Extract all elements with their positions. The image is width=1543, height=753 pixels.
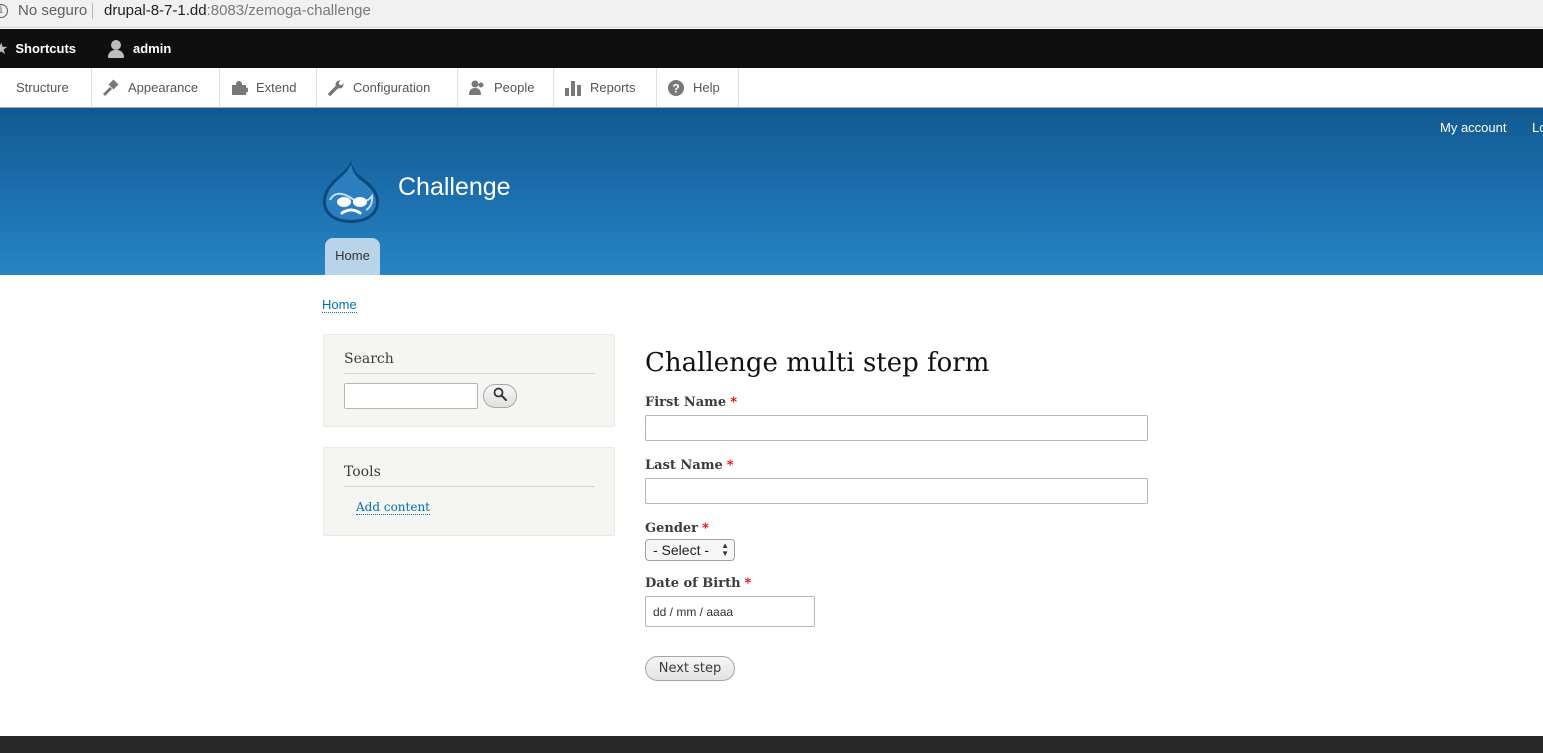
date-of-birth-field[interactable]: dd / mm / aaaa: [645, 596, 815, 627]
user-label: admin: [133, 41, 172, 56]
user-tab[interactable]: admin: [107, 29, 171, 68]
required-marker: *: [726, 458, 734, 473]
logout-link[interactable]: Lo: [1532, 120, 1543, 135]
configuration-icon: [327, 79, 345, 97]
security-label: No seguro: [18, 2, 88, 19]
main-menu-home[interactable]: Home: [325, 238, 380, 275]
tray-item-configuration[interactable]: Configuration: [317, 68, 458, 107]
add-content-link[interactable]: Add content: [356, 500, 430, 515]
people-icon: [468, 79, 486, 97]
drupal-logo-icon[interactable]: [322, 158, 380, 224]
tools-block: Tools Add content: [323, 447, 615, 536]
date-of-birth-label-text: Date of Birth: [645, 576, 741, 591]
tray-item-extend[interactable]: Extend: [220, 68, 317, 107]
url-path: :8083/zemoga-challenge: [206, 2, 371, 19]
first-name-label: First Name *: [645, 395, 737, 410]
main-menu-home-label: Home: [335, 248, 370, 263]
breadcrumb-home-link[interactable]: Home: [322, 297, 357, 313]
star-icon: ★: [0, 40, 9, 58]
required-marker: *: [744, 576, 752, 591]
tray-label-reports: Reports: [590, 80, 636, 95]
shortcuts-tab[interactable]: ★ Shortcuts: [0, 29, 76, 68]
gender-select[interactable]: - Select - ▲ ▼: [645, 539, 735, 561]
site-footer: [0, 736, 1543, 753]
admin-toolbar: ★ Shortcuts admin: [0, 29, 1543, 68]
search-input[interactable]: [344, 383, 478, 409]
tools-block-title: Tools: [344, 464, 381, 480]
search-block: Search: [323, 334, 615, 427]
gender-label: Gender *: [645, 521, 709, 536]
search-block-divider: [344, 373, 595, 374]
search-block-title: Search: [344, 351, 394, 367]
site-header: My account Lo Challenge Home: [0, 108, 1543, 275]
tray-label-help: Help: [693, 80, 720, 95]
my-account-link[interactable]: My account: [1440, 120, 1506, 135]
tray-label-people: People: [494, 80, 535, 95]
gender-select-value: - Select -: [653, 542, 710, 558]
gender-label-text: Gender: [645, 521, 699, 536]
info-icon[interactable]: i: [0, 4, 8, 18]
next-step-button[interactable]: Next step: [645, 656, 735, 681]
tray-item-people[interactable]: People: [458, 68, 554, 107]
structure-icon: [0, 79, 8, 97]
tray-item-reports[interactable]: Reports: [554, 68, 657, 107]
address-separator: [92, 3, 93, 19]
required-marker: *: [702, 521, 709, 536]
user-icon: [107, 39, 125, 59]
reports-icon: [564, 79, 582, 97]
page-title: Challenge multi step form: [645, 348, 990, 378]
url-host: drupal-8-7-1.dd: [104, 2, 207, 19]
date-of-birth-placeholder: dd / mm / aaaa: [653, 604, 734, 619]
appearance-icon: [102, 79, 120, 97]
search-icon: [493, 387, 507, 406]
select-arrows-icon: ▲ ▼: [721, 541, 729, 558]
tray-label-structure: Structure: [16, 80, 69, 95]
first-name-label-text: First Name: [645, 395, 727, 410]
extend-icon: [230, 79, 248, 97]
last-name-label: Last Name *: [645, 458, 734, 473]
first-name-field[interactable]: [645, 415, 1148, 441]
tray-label-extend: Extend: [256, 80, 297, 95]
required-marker: *: [730, 395, 738, 410]
shortcuts-label: Shortcuts: [15, 41, 77, 56]
tray-item-structure[interactable]: Structure: [0, 68, 92, 107]
site-name[interactable]: Challenge: [398, 173, 511, 202]
tray-item-help[interactable]: ? Help: [657, 68, 739, 107]
admin-tray: Structure Appearance Extend Configuratio…: [0, 68, 1543, 108]
tray-label-configuration: Configuration: [353, 80, 431, 95]
help-icon: ?: [667, 79, 685, 97]
next-step-label: Next step: [658, 661, 722, 676]
last-name-label-text: Last Name: [645, 458, 723, 473]
svg-text:?: ?: [672, 81, 679, 95]
tray-item-appearance[interactable]: Appearance: [92, 68, 220, 107]
browser-address-bar[interactable]: i No seguro drupal-8-7-1.dd:8083/zemoga-…: [0, 0, 1543, 28]
search-button[interactable]: [483, 384, 517, 408]
tray-label-appearance: Appearance: [128, 80, 199, 95]
tools-block-divider: [344, 486, 595, 487]
last-name-field[interactable]: [645, 478, 1148, 504]
date-of-birth-label: Date of Birth *: [645, 576, 751, 591]
url-text[interactable]: drupal-8-7-1.dd:8083/zemoga-challenge: [104, 2, 371, 19]
